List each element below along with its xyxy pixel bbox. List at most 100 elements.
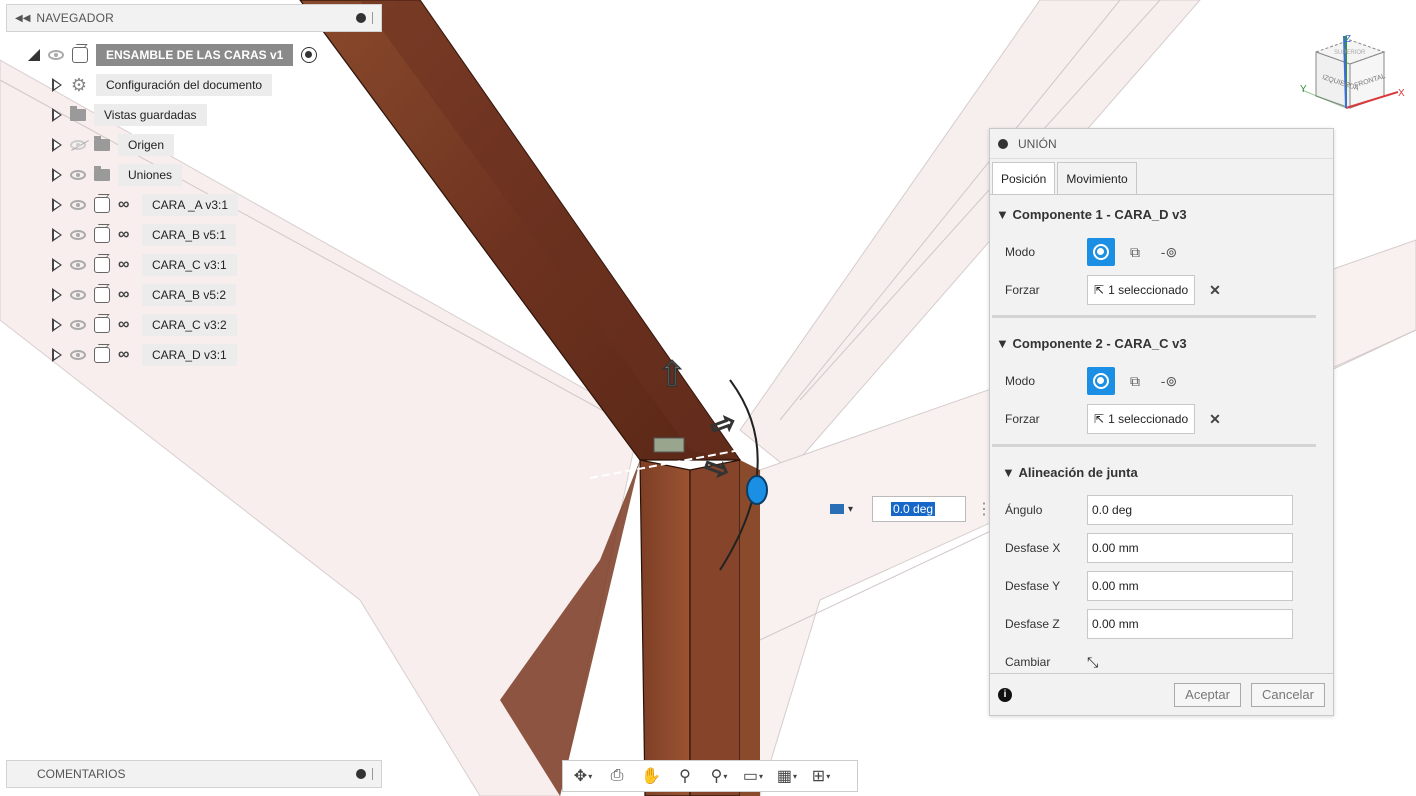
flip-label: Cambiar xyxy=(1005,655,1051,669)
tree-item-label[interactable]: CARA_B v5:2 xyxy=(142,284,237,306)
mode-two-edge-intersection-button[interactable]: -⊚ xyxy=(1155,367,1183,395)
expand-arrow-icon[interactable] xyxy=(52,138,62,152)
root-label[interactable]: ENSAMBLE DE LAS CARAS v1 xyxy=(96,44,294,66)
collapse-dialog-icon[interactable] xyxy=(998,138,1008,149)
expand-arrow-icon[interactable] xyxy=(52,168,62,182)
tree-item-component[interactable]: ∞ CARA_C v3:1 xyxy=(52,252,237,278)
tree-item-origin[interactable]: Origen xyxy=(52,132,175,158)
visibility-eye-icon[interactable] xyxy=(70,320,86,330)
tree-item-label[interactable]: Uniones xyxy=(118,164,183,186)
offset-x-input[interactable]: 0.00 mm xyxy=(1087,533,1293,563)
dialog-footer: i Aceptar Cancelar xyxy=(990,673,1333,715)
viewports-icon[interactable]: ⊞ ▾ xyxy=(805,763,837,789)
visibility-eye-icon[interactable] xyxy=(70,200,86,210)
cancel-button[interactable]: Cancelar xyxy=(1250,682,1325,707)
tree-item-doc-settings[interactable]: ⚙ Configuración del documento xyxy=(52,72,273,98)
add-comment-icon[interactable] xyxy=(356,769,366,779)
component2-section: ▼ Componente 2 - CARA_C v3 Modo ⧉ -⊚ For… xyxy=(990,324,1333,447)
viewcube[interactable]: Z X Y IZQUIERDA FRONTAL SUPERIOR xyxy=(1298,30,1408,126)
mode-between-two-faces-button[interactable]: ⧉ xyxy=(1121,238,1149,266)
cube-face-top[interactable]: SUPERIOR xyxy=(1334,50,1366,56)
folder-icon xyxy=(94,136,110,151)
visibility-eye-icon[interactable] xyxy=(70,230,86,240)
dialog-tabs: Posición Movimiento xyxy=(990,159,1333,195)
activate-radio-icon[interactable] xyxy=(301,47,318,63)
collapse-icon[interactable]: ◀◀ xyxy=(15,13,30,24)
link-icon: ∞ xyxy=(118,196,130,213)
tree-item-label[interactable]: Origen xyxy=(118,134,175,156)
divider xyxy=(992,315,1316,318)
comments-panel-header[interactable]: COMENTARIOS xyxy=(6,760,382,788)
visibility-eye-icon[interactable] xyxy=(70,350,86,360)
grid-icon[interactable]: ▦ ▾ xyxy=(771,763,803,789)
tree-item-label[interactable]: Vistas guardadas xyxy=(94,104,207,126)
angle-field[interactable]: 0.0 deg xyxy=(872,496,966,522)
tab-position[interactable]: Posición xyxy=(992,162,1056,194)
angle-input[interactable]: 0.0 deg xyxy=(1087,495,1293,525)
expand-arrow-icon[interactable] xyxy=(52,288,62,302)
tree-item-label[interactable]: CARA_C v3:1 xyxy=(142,254,237,276)
mode-between-two-faces-button[interactable]: ⧉ xyxy=(1121,367,1149,395)
tree-item-joints[interactable]: Uniones xyxy=(52,162,183,188)
look-at-icon[interactable]: ⎙ xyxy=(601,763,633,789)
mode-simple-button[interactable] xyxy=(1087,367,1115,395)
tree-root[interactable]: ENSAMBLE DE LAS CARAS v1 xyxy=(28,42,318,68)
visibility-eye-icon[interactable] xyxy=(70,170,86,180)
mode-two-edge-intersection-button[interactable]: -⊚ xyxy=(1155,238,1183,266)
mode-simple-button[interactable] xyxy=(1087,238,1115,266)
tree-item-label[interactable]: CARA _A v3:1 xyxy=(142,194,239,216)
hidden-eye-icon[interactable] xyxy=(70,140,86,150)
offset-y-input[interactable]: 0.00 mm xyxy=(1087,571,1293,601)
ok-button[interactable]: Aceptar xyxy=(1174,682,1241,707)
pin-icon[interactable] xyxy=(372,12,373,24)
offset-x-label: Desfase X xyxy=(1005,541,1061,555)
pan-hand-icon[interactable]: ✋ xyxy=(635,763,667,789)
snap-selection-box[interactable]: ⇱ 1 seleccionado xyxy=(1087,404,1196,434)
fit-icon[interactable]: ⚲ ▾ xyxy=(703,763,735,789)
tree-item-label[interactable]: CARA_B v5:1 xyxy=(142,224,237,246)
snap-selection-box[interactable]: ⇱ 1 seleccionado xyxy=(1087,275,1196,305)
clear-selection-icon[interactable]: ✕ xyxy=(1209,282,1221,299)
display-settings-icon[interactable]: ▭ ▾ xyxy=(737,763,769,789)
browser-panel-header[interactable]: ◀◀ NAVEGADOR xyxy=(6,4,382,32)
expand-arrow-icon[interactable] xyxy=(52,258,62,272)
tree-item-saved-views[interactable]: Vistas guardadas xyxy=(52,102,207,128)
tree-item-component[interactable]: ∞ CARA_B v5:2 xyxy=(52,282,237,308)
edge-intersection-icon: -⊚ xyxy=(1160,372,1178,389)
component2-header[interactable]: ▼ Componente 2 - CARA_C v3 xyxy=(990,324,1333,362)
visibility-eye-icon[interactable] xyxy=(70,290,86,300)
dialog-header[interactable]: UNIÓN xyxy=(990,129,1333,159)
component1-header[interactable]: ▼ Componente 1 - CARA_D v3 xyxy=(990,195,1333,233)
visibility-eye-icon[interactable] xyxy=(48,50,64,60)
flip-icon[interactable]: ⤡ xyxy=(1087,654,1098,671)
expand-arrow-icon[interactable] xyxy=(52,78,62,92)
link-icon: ∞ xyxy=(118,286,130,303)
tree-item-component[interactable]: ∞ CARA_B v5:1 xyxy=(52,222,237,248)
angle-field-value[interactable]: 0.0 deg xyxy=(891,502,936,516)
info-icon[interactable]: i xyxy=(998,687,1012,702)
alignment-header[interactable]: ▼ Alineación de junta xyxy=(990,453,1333,491)
tree-item-component[interactable]: ∞ CARA _A v3:1 xyxy=(52,192,239,218)
tab-motion[interactable]: Movimiento xyxy=(1057,162,1137,194)
expand-arrow-icon[interactable] xyxy=(52,228,62,242)
tree-item-label[interactable]: CARA_C v3:2 xyxy=(142,314,237,336)
pin-icon[interactable] xyxy=(372,768,373,780)
tree-item-component[interactable]: ∞ CARA_D v3:1 xyxy=(52,342,237,368)
clear-selection-icon[interactable]: ✕ xyxy=(1209,411,1221,428)
expand-arrow-icon[interactable] xyxy=(52,198,62,212)
tree-item-component[interactable]: ∞ CARA_C v3:2 xyxy=(52,312,237,338)
angle-value-input-popup[interactable]: ▾ 0.0 deg ⋮ xyxy=(830,496,992,522)
visibility-eye-icon[interactable] xyxy=(70,260,86,270)
zoom-icon[interactable]: ⚲ xyxy=(669,763,701,789)
component-icon xyxy=(94,317,110,333)
collapse-arrow-icon[interactable] xyxy=(28,49,40,61)
orbit-icon[interactable]: ✥ ▾ xyxy=(567,763,599,789)
tree-item-label[interactable]: CARA_D v3:1 xyxy=(142,344,237,366)
offset-z-input[interactable]: 0.00 mm xyxy=(1087,609,1293,639)
input-mode-icon[interactable]: ▾ xyxy=(830,499,866,519)
expand-arrow-icon[interactable] xyxy=(52,348,62,362)
expand-arrow-icon[interactable] xyxy=(52,108,62,122)
minimize-icon[interactable] xyxy=(356,13,366,23)
tree-item-label[interactable]: Configuración del documento xyxy=(96,74,273,96)
expand-arrow-icon[interactable] xyxy=(52,318,62,332)
